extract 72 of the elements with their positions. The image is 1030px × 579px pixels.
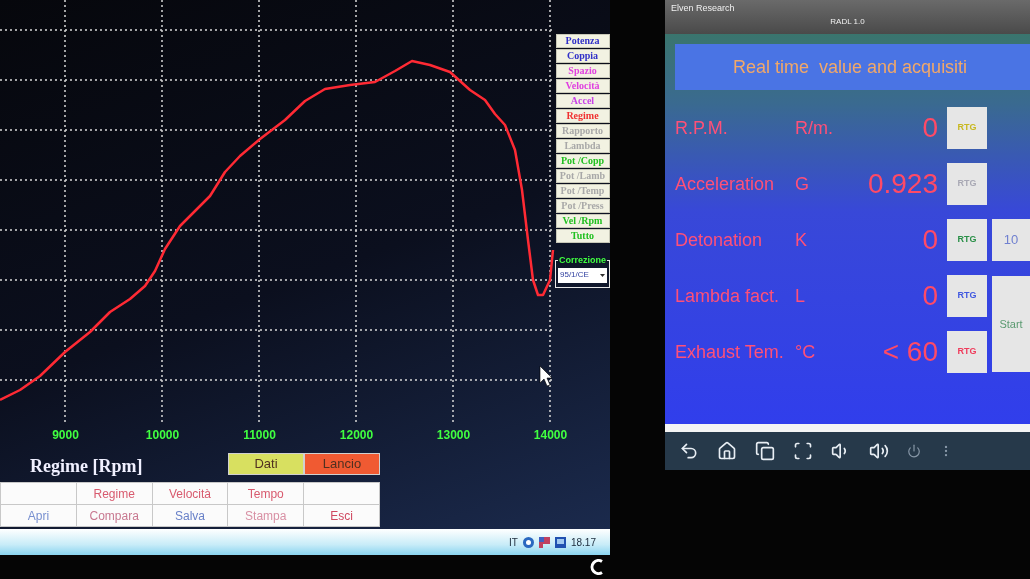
vendor-name: Elven Research [671, 2, 735, 15]
app-title: RADL 1.0 [830, 15, 865, 28]
reading-label: Detonation [675, 228, 764, 252]
chart-selector-button[interactable]: Regime [555, 109, 610, 123]
chart-selector-button[interactable]: Spazio [555, 64, 610, 78]
reading-unit: K [795, 228, 808, 252]
correction-dropdown[interactable]: 95/1/CE [558, 267, 607, 283]
reading-value: 0 [921, 111, 939, 145]
menu-button[interactable]: Esci [304, 505, 380, 527]
recent-apps-icon[interactable] [755, 441, 775, 461]
chart-selector-button[interactable]: Pot /Copp [555, 154, 610, 168]
back-icon[interactable] [679, 441, 699, 461]
volume-up-icon[interactable] [869, 441, 889, 461]
chart-selector-button[interactable]: Coppia [555, 49, 610, 63]
menu-button[interactable]: Tempo [228, 483, 305, 505]
rtg-button[interactable]: RTG [947, 163, 987, 205]
axis-tick-label: 9000 [51, 427, 80, 444]
axis-tick-label: 14000 [532, 427, 569, 444]
tab-button[interactable]: Lancio [304, 453, 380, 475]
axis-tick-label: 13000 [435, 427, 472, 444]
rtg-button[interactable]: RTG [947, 219, 987, 261]
axis-tick-label: 12000 [338, 427, 375, 444]
chart-selector-button[interactable]: Pot /Temp [555, 184, 610, 198]
reading-value: 0 [921, 223, 939, 257]
action-button[interactable]: 10 [992, 219, 1030, 261]
tab-button[interactable]: Dati [228, 453, 304, 475]
menu-button[interactable]: Regime [76, 483, 153, 505]
home-icon[interactable] [717, 441, 737, 461]
reading-label: Exhaust Tem. [675, 340, 785, 364]
mouse-pointer-icon [539, 365, 553, 387]
reading-unit: R/m. [795, 116, 831, 140]
reading-label: Acceleration [675, 172, 776, 196]
reading-value: < 60 [881, 335, 939, 369]
menu-button[interactable]: Velocità [152, 483, 229, 505]
scan-frame-icon[interactable] [793, 441, 813, 461]
reading-unit: L [795, 284, 806, 308]
reading-value: 0 [921, 279, 939, 313]
menu-button[interactable]: Salva [152, 505, 229, 527]
axis-tick-label: 10000 [144, 427, 181, 444]
chart-selector-button[interactable]: Lambda [555, 139, 610, 153]
menu-button[interactable]: Apri [1, 505, 77, 527]
power-light-icon [590, 559, 604, 575]
caret-icon [600, 273, 605, 277]
rtg-button[interactable]: RTG [947, 275, 987, 317]
axis-title: Regime [Rpm] [29, 455, 144, 478]
group-box-title: Correzione [558, 254, 607, 267]
rtg-button[interactable]: RTG [947, 331, 987, 373]
reading-value: 0.923 [866, 167, 939, 201]
reading-unit: G [795, 172, 810, 196]
power-icon[interactable] [907, 444, 921, 458]
axis-tick-label: 11000 [242, 427, 277, 444]
reading-unit: °C [795, 340, 817, 364]
language-indicator[interactable]: IT [509, 534, 518, 550]
chart-selector-button[interactable]: Pot /Lamb [555, 169, 610, 183]
menu-button[interactable]: Stampa [228, 505, 305, 527]
circle-tray-icon[interactable] [522, 536, 534, 548]
chart-selector-button[interactable]: Tutto [555, 229, 610, 243]
rtg-button[interactable]: RTG [947, 107, 987, 149]
chart-selector-button[interactable]: Velocità [555, 79, 610, 93]
action-button[interactable]: Start [992, 276, 1030, 372]
flag-tray-icon[interactable] [538, 536, 550, 548]
reading-label: R.P.M. [675, 116, 729, 140]
square-tray-icon[interactable] [554, 536, 566, 548]
chart-selector-button[interactable]: Vel /Rpm [555, 214, 610, 228]
chart-selector-button[interactable]: Accel [555, 94, 610, 108]
chart-selector-button[interactable]: Potenza [555, 34, 610, 48]
menu-button[interactable]: Compara [76, 505, 153, 527]
header-title: Real time value and acquisiti [733, 55, 968, 79]
chart-selector-button[interactable]: Pot /Press [555, 199, 610, 213]
clock: 18.17 [570, 535, 596, 550]
reading-label: Lambda fact. [675, 284, 781, 308]
chart-selector-button[interactable]: Rapporto [555, 124, 610, 138]
